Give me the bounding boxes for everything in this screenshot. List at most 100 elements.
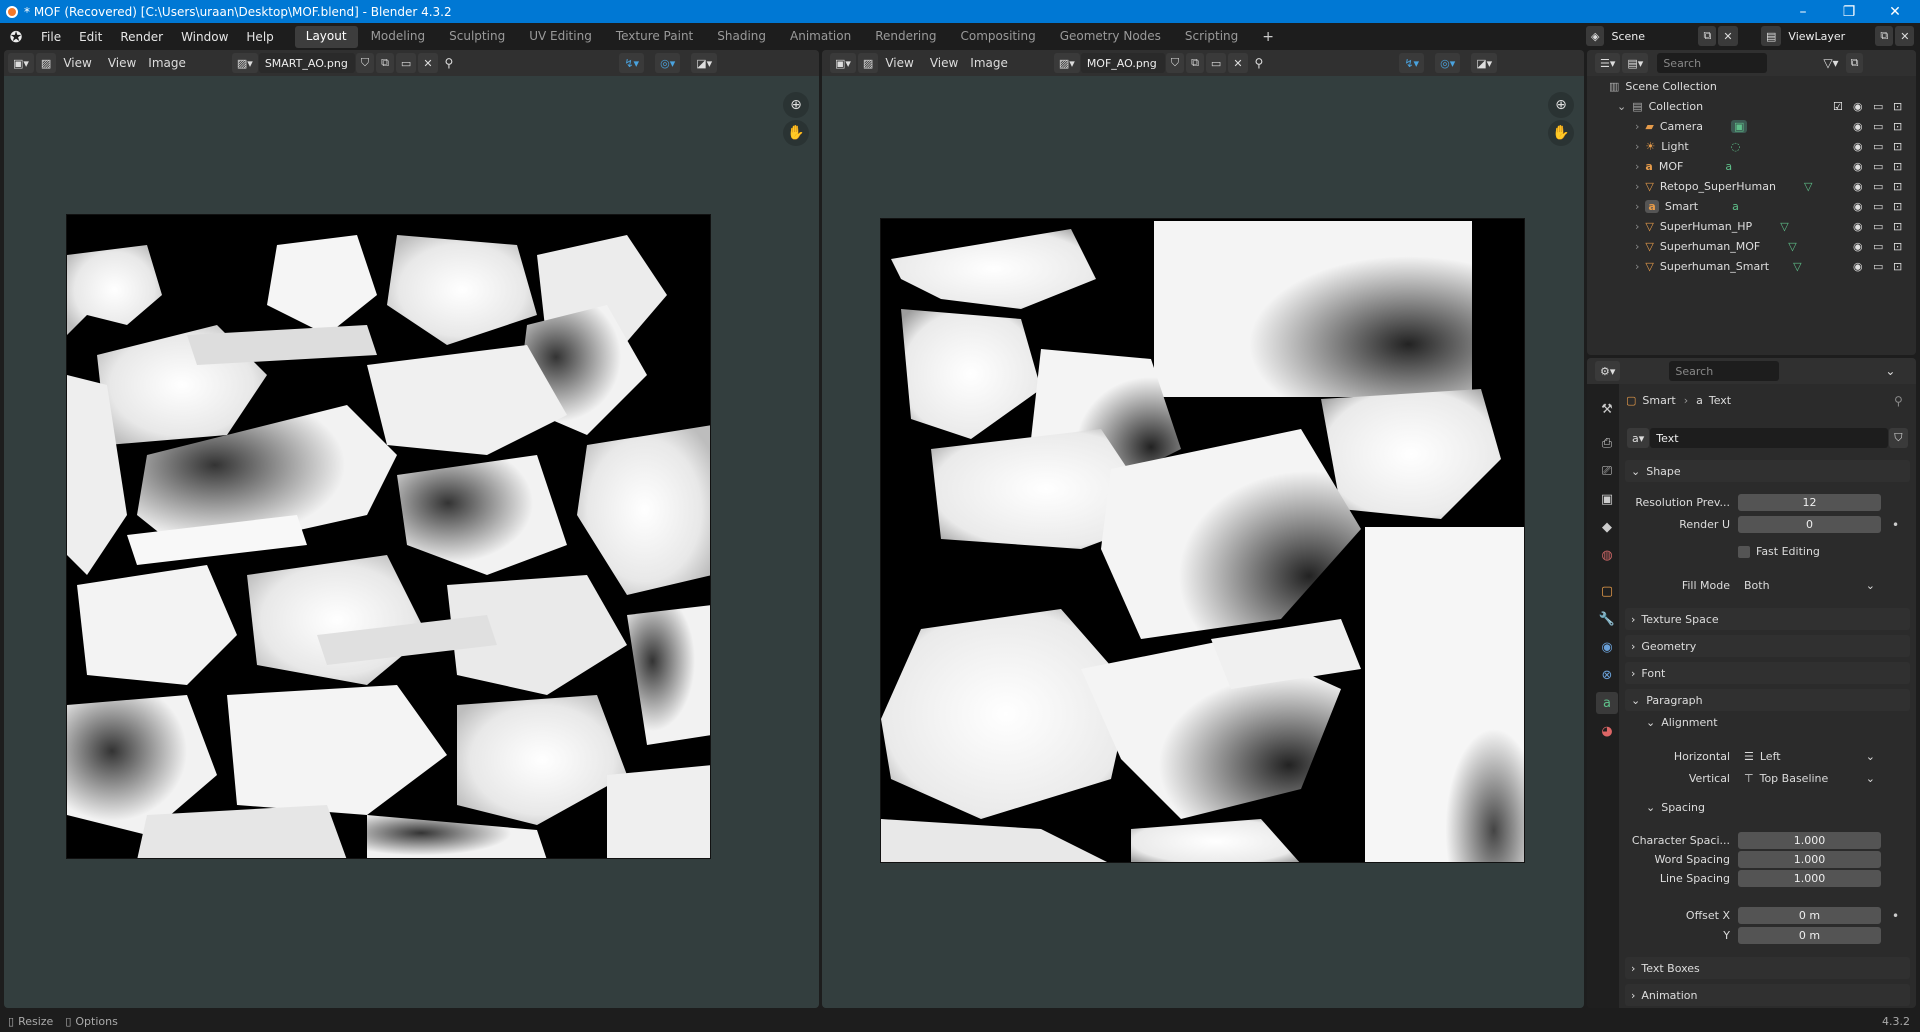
vertical-align-dropdown[interactable]: ⊤ Top Baseline ⌄ — [1738, 769, 1881, 788]
unlink-image-icon[interactable]: ✕ — [1228, 53, 1248, 73]
viewport-monitor-icon[interactable]: ▭ — [1873, 220, 1883, 233]
view-dropdown[interactable]: View — [879, 53, 919, 73]
viewport-monitor-icon[interactable]: ▭ — [1873, 200, 1883, 213]
text-data-icon[interactable]: a — [1725, 160, 1732, 173]
visibility-eye-icon[interactable]: ◉ — [1853, 140, 1863, 153]
tab-sculpting[interactable]: Sculpting — [438, 26, 516, 48]
world-tab-icon[interactable]: ◍ — [1596, 544, 1618, 566]
collection-row[interactable]: ⌄ ▤ Collection ☑ ◉ ▭ ⊡ — [1587, 96, 1916, 116]
viewlayer-name-field[interactable]: ViewLayer — [1782, 26, 1875, 46]
modifier-tab-icon[interactable]: 🔧 — [1596, 608, 1618, 630]
minimize-button[interactable]: – — [1780, 0, 1826, 23]
view-layer-tab-icon[interactable]: ▣ — [1596, 488, 1618, 510]
keyframe-dot-icon[interactable]: • — [1892, 518, 1899, 532]
expand-chevron-icon[interactable]: › — [1635, 260, 1639, 273]
render-u-field[interactable]: 0 — [1738, 516, 1881, 533]
tab-uv-editing[interactable]: UV Editing — [518, 26, 603, 48]
expand-chevron-icon[interactable]: › — [1635, 120, 1639, 133]
editor-type-icon[interactable]: ▣▾ — [830, 53, 856, 73]
outliner-item-superhuman-mof[interactable]: › ▽ Superhuman_MOF ▽ ◉ ▭ ⊡ — [1587, 236, 1916, 256]
gizmo-toggle-icon[interactable]: ↯▾ — [619, 53, 645, 73]
visibility-eye-icon[interactable]: ◉ — [1853, 220, 1863, 233]
overlay-toggle-icon[interactable]: ◎▾ — [1435, 53, 1461, 73]
mesh-data-icon[interactable]: ▽ — [1788, 240, 1796, 253]
view-mode-icon[interactable]: ▨ — [857, 53, 879, 73]
expand-chevron-icon[interactable]: ⌄ — [1617, 100, 1626, 113]
new-image-icon[interactable]: ⧉ — [1186, 53, 1204, 73]
outliner-item-smart[interactable]: › a Smart a ◉ ▭ ⊡ — [1587, 196, 1916, 216]
section-shape[interactable]: ⌄ Shape — [1625, 460, 1910, 482]
outliner-item-superhuman-smart[interactable]: › ▽ Superhuman_Smart ▽ ◉ ▭ ⊡ — [1587, 256, 1916, 276]
outliner-item-mof[interactable]: › a MOF a ◉ ▭ ⊡ — [1587, 156, 1916, 176]
text-data-browse-icon[interactable]: a▾ — [1627, 428, 1650, 448]
scene-collection-row[interactable]: ▥ Scene Collection — [1587, 76, 1916, 96]
menu-file[interactable]: File — [32, 30, 70, 44]
material-tab-icon[interactable]: ◕ — [1596, 720, 1618, 742]
collection-checkbox-icon[interactable]: ☑ — [1833, 100, 1843, 113]
render-camera-icon[interactable]: ⊡ — [1893, 140, 1902, 153]
editor-type-icon[interactable]: ▣▾ — [8, 53, 34, 73]
expand-chevron-icon[interactable]: › — [1635, 240, 1639, 253]
outliner-item-camera[interactable]: › ▰ Camera ▣ ◉ ▭ ⊡ — [1587, 116, 1916, 136]
menu-render[interactable]: Render — [111, 30, 172, 44]
section-font[interactable]: › Font — [1625, 662, 1910, 684]
visibility-eye-icon[interactable]: ◉ — [1853, 200, 1863, 213]
view-mode-icon[interactable]: ▨ — [35, 53, 57, 73]
mesh-data-icon[interactable]: ▽ — [1793, 260, 1801, 273]
zoom-icon[interactable]: ⊕ — [783, 92, 809, 118]
horizontal-align-dropdown[interactable]: ☰ Left ⌄ — [1738, 747, 1881, 766]
viewport-monitor-icon[interactable]: ▭ — [1873, 160, 1883, 173]
viewport-monitor-icon[interactable]: ▭ — [1873, 140, 1883, 153]
image-name-field[interactable]: MOF_AO.png — [1080, 53, 1165, 73]
fake-user-icon[interactable]: ⛉ — [1889, 428, 1908, 448]
new-collection-icon[interactable]: ⧉ — [1845, 53, 1864, 73]
scene-name-field[interactable]: Scene — [1605, 26, 1698, 46]
view-menu[interactable]: View — [102, 53, 142, 73]
section-paragraph[interactable]: ⌄ Paragraph — [1625, 689, 1910, 711]
pan-hand-icon[interactable]: ✋ — [1548, 120, 1574, 146]
scene-tab-icon[interactable]: ◆ — [1596, 516, 1618, 538]
pin-icon[interactable]: ⚲ — [1894, 394, 1903, 408]
keyframe-dot-icon[interactable]: • — [1892, 909, 1899, 923]
tab-rendering[interactable]: Rendering — [864, 26, 947, 48]
render-camera-icon[interactable]: ⊡ — [1893, 220, 1902, 233]
object-tab-icon[interactable]: ▢ — [1596, 580, 1618, 602]
tab-texture-paint[interactable]: Texture Paint — [605, 26, 704, 48]
tab-geometry-nodes[interactable]: Geometry Nodes — [1049, 26, 1172, 48]
tab-layout[interactable]: Layout — [294, 25, 358, 48]
text-data-icon[interactable]: a — [1732, 200, 1739, 213]
visibility-eye-icon[interactable]: ◉ — [1853, 120, 1863, 133]
outliner-search-input[interactable]: Search — [1657, 53, 1768, 73]
image-name-field[interactable]: SMART_AO.png — [258, 53, 355, 73]
word-spacing-field[interactable]: 1.000 — [1738, 851, 1881, 868]
view-menu[interactable]: View — [924, 53, 964, 73]
add-workspace-button[interactable]: + — [1251, 26, 1285, 48]
fast-editing-row[interactable]: Fast Editing — [1738, 545, 1820, 558]
menu-window[interactable]: Window — [172, 30, 237, 44]
display-mode-icon[interactable]: ▤▾ — [1622, 53, 1649, 73]
unlink-image-icon[interactable]: ✕ — [418, 53, 438, 73]
visibility-eye-icon[interactable]: ◉ — [1853, 160, 1863, 173]
viewport-monitor-icon[interactable]: ▭ — [1873, 240, 1883, 253]
open-image-icon[interactable]: ▭ — [1205, 53, 1227, 73]
render-camera-icon[interactable]: ⊡ — [1893, 260, 1902, 273]
viewlayer-remove-button[interactable]: ✕ — [1895, 26, 1915, 46]
light-data-icon[interactable]: ◌ — [1731, 140, 1741, 153]
tab-modeling[interactable]: Modeling — [360, 26, 437, 48]
menu-help[interactable]: Help — [237, 30, 282, 44]
render-tab-icon[interactable]: ⎙ — [1596, 432, 1618, 454]
render-camera-icon[interactable]: ⊡ — [1893, 120, 1902, 133]
mesh-data-icon[interactable]: ▽ — [1804, 180, 1812, 193]
gizmo-toggle-icon[interactable]: ↯▾ — [1399, 53, 1425, 73]
image-browse-icon[interactable]: ▨▾ — [231, 53, 258, 73]
expand-chevron-icon[interactable]: › — [1635, 220, 1639, 233]
viewport-monitor-icon[interactable]: ▭ — [1873, 100, 1883, 113]
mesh-data-icon[interactable]: ▽ — [1780, 220, 1788, 233]
section-geometry[interactable]: › Geometry — [1625, 635, 1910, 657]
render-camera-icon[interactable]: ⊡ — [1893, 160, 1902, 173]
filter-icon[interactable]: ▽▾ — [1817, 53, 1844, 73]
fake-user-icon[interactable]: ⛉ — [1165, 53, 1185, 73]
properties-options-icon[interactable]: ⌄ — [1879, 361, 1901, 381]
constraints-tab-icon[interactable]: ⊗ — [1596, 664, 1618, 686]
outliner-item-superhuman-hp[interactable]: › ▽ SuperHuman_HP ▽ ◉ ▭ ⊡ — [1587, 216, 1916, 236]
